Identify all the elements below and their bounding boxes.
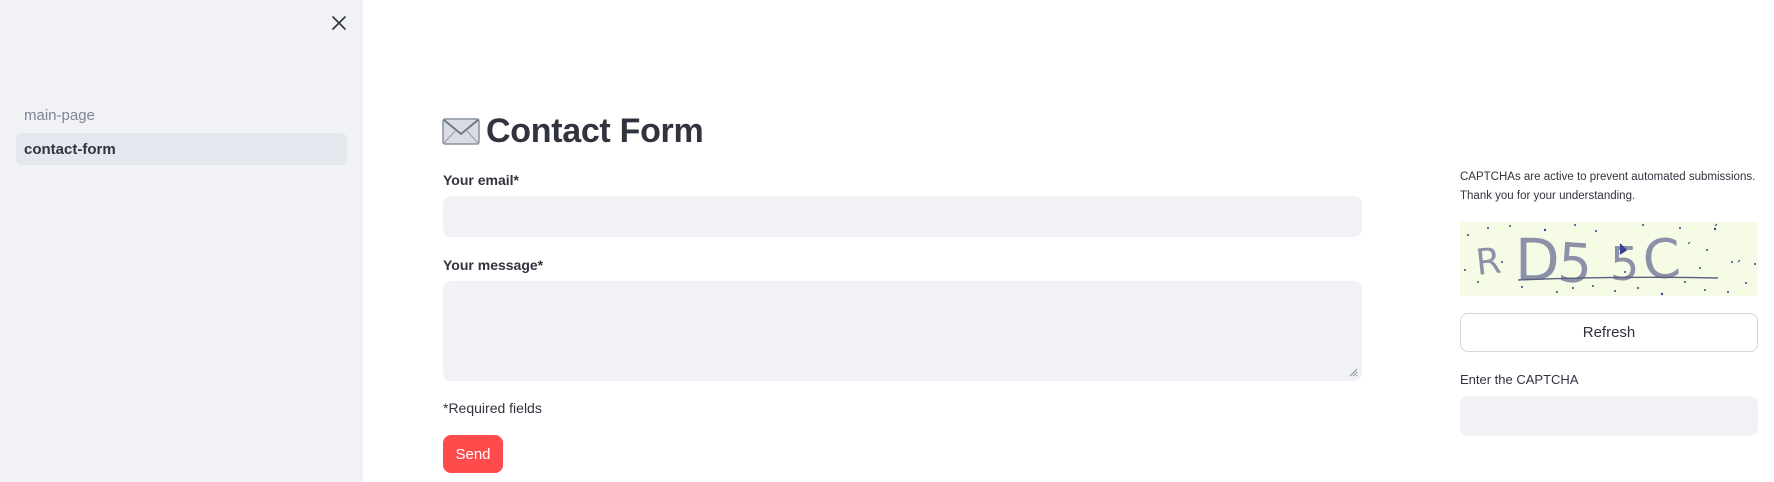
captcha-char: 5 [1610,237,1639,291]
sidebar-item-main-page[interactable]: main-page [16,99,347,131]
sidebar-item-contact-form[interactable]: contact-form [16,133,347,165]
captcha-char: D [1515,226,1560,294]
captcha-input[interactable] [1460,396,1758,436]
email-label: Your email* [443,172,519,188]
captcha-char: C [1641,227,1683,292]
main-content: Contact Form Your email* Your message* *… [363,0,1774,482]
refresh-captcha-button[interactable]: Refresh [1460,313,1758,352]
captcha-char: R [1474,241,1503,284]
captcha-image: R D 5 5 C [1460,222,1758,296]
captcha-input-label: Enter the CAPTCHA [1460,372,1579,387]
sidebar-item-label: main-page [24,106,95,124]
resize-handle-icon[interactable] [1349,368,1358,377]
page-title: Contact Form [442,110,704,152]
sidebar: main-page contact-form [0,0,363,482]
close-icon [332,16,346,30]
page-title-text: Contact Form [486,111,704,150]
captcha-note-line: Thank you for your understanding. [1460,190,1636,202]
message-label: Your message* [443,257,544,273]
captcha-note: CAPTCHAs are active to prevent automated… [1460,168,1760,206]
captcha-note-line: CAPTCHAs are active to prevent automated… [1460,171,1756,183]
envelope-icon [442,118,480,145]
sidebar-item-label: contact-form [24,140,116,158]
message-textarea[interactable] [443,281,1362,381]
captcha-char: 5 [1556,231,1595,296]
required-fields-note: *Required fields [443,400,542,416]
email-field[interactable] [443,196,1362,237]
send-button[interactable]: Send [443,435,503,473]
close-sidebar-button[interactable] [326,10,352,36]
sidebar-nav: main-page contact-form [16,99,347,167]
